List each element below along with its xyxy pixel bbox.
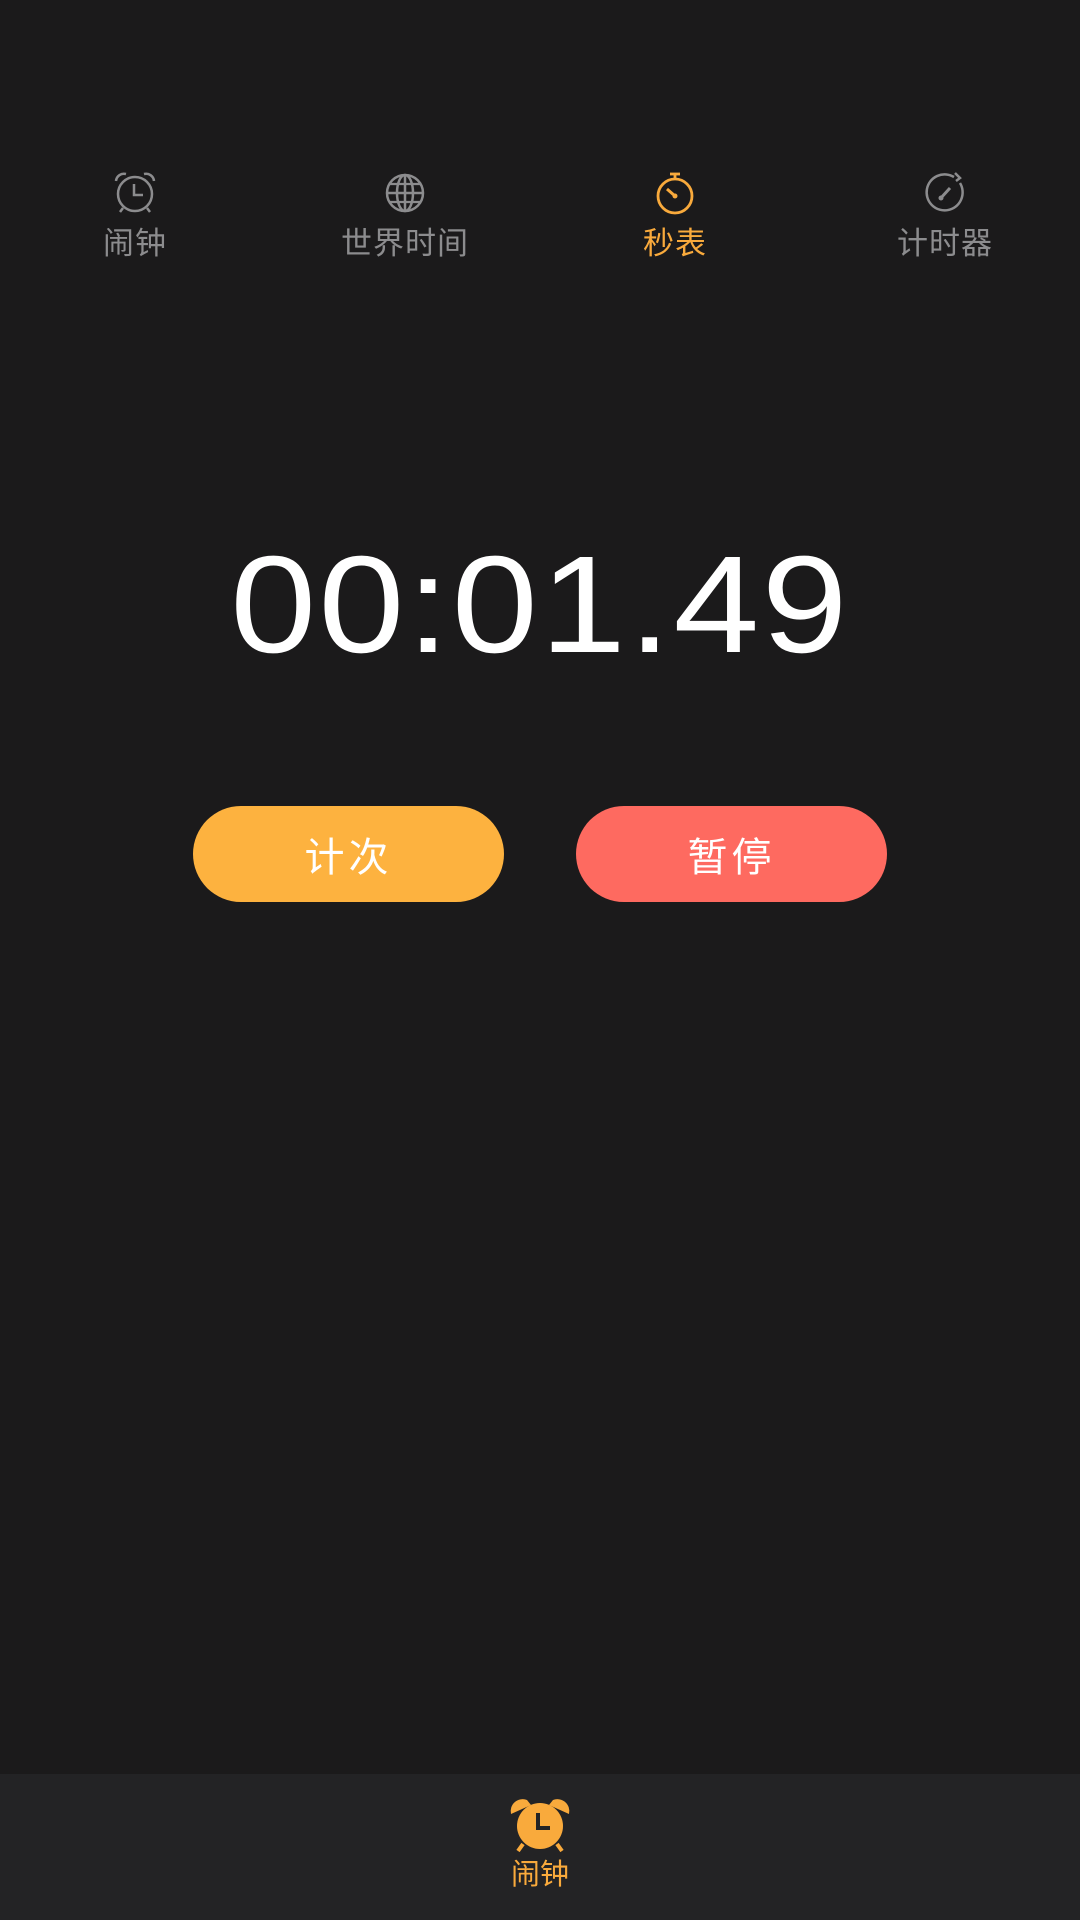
bottom-navigation-bar: 闹钟 — [0, 1774, 1080, 1920]
globe-icon — [380, 168, 430, 218]
tab-timer[interactable]: 计时器 — [810, 168, 1080, 278]
tab-stopwatch[interactable]: 秒表 — [540, 168, 810, 278]
tab-alarm[interactable]: 闹钟 — [0, 168, 270, 278]
stopwatch-screen: 闹钟 世界时间 秒表 计时器 00:01.49 计次 暂停 闹钟 — [0, 0, 1080, 1920]
pause-button[interactable]: 暂停 — [576, 806, 887, 902]
tab-stopwatch-label: 秒表 — [643, 226, 707, 262]
timer-icon — [920, 168, 970, 218]
bottom-nav-alarm[interactable]: 闹钟 — [490, 1796, 590, 1906]
top-tab-bar: 闹钟 世界时间 秒表 计时器 — [0, 168, 1080, 278]
tab-alarm-label: 闹钟 — [103, 226, 167, 262]
lap-button[interactable]: 计次 — [193, 806, 504, 902]
alarm-clock-icon — [507, 1796, 573, 1854]
tab-world-time-label: 世界时间 — [341, 226, 469, 262]
tab-world-time[interactable]: 世界时间 — [270, 168, 540, 278]
alarm-clock-icon — [110, 168, 160, 218]
stopwatch-icon — [650, 168, 700, 218]
elapsed-time-display: 00:01.49 — [230, 528, 850, 682]
bottom-nav-alarm-label: 闹钟 — [510, 1857, 569, 1891]
tab-timer-label: 计时器 — [897, 226, 993, 262]
